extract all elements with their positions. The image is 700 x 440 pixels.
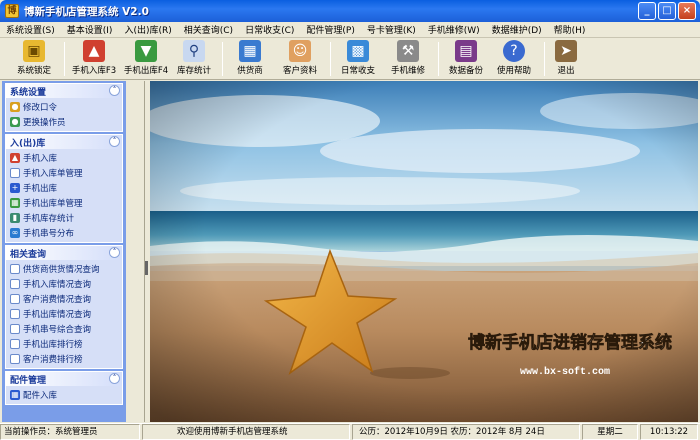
sidebar-item-phone-stock-in[interactable]: ▲ 手机入库 <box>10 150 122 165</box>
menu-stock-in-out[interactable]: 入(出)库(R) <box>118 23 177 36</box>
sidebar-item-stock-out-query[interactable]: 手机出库情况查询 <box>10 306 122 321</box>
sidebar-item-stock-in-query[interactable]: 手机入库情况查询 <box>10 276 122 291</box>
menu-sim-cards[interactable]: 号卡管理(K) <box>361 23 422 36</box>
document-icon <box>10 278 20 289</box>
exit-door-icon: ➤ <box>555 40 577 62</box>
supplier-button[interactable]: ▦ 供货商 <box>222 40 278 78</box>
menu-queries[interactable]: 相关查询(C) <box>178 23 239 36</box>
main-content: 博新手机店进销存管理系统 www.bx-soft.com <box>150 81 698 422</box>
phone-repair-button[interactable]: ⚒ 手机维修 <box>380 40 436 78</box>
close-button[interactable]: × <box>678 2 696 20</box>
sidebar-item-accessory-stock-in[interactable]: ▦ 配件入库 <box>10 387 122 402</box>
chevron-up-icon[interactable]: ˄ <box>109 247 120 258</box>
sidebar-item-switch-operator[interactable]: ● 更换操作员 <box>10 114 122 129</box>
cart-out-icon: ▼ <box>135 40 157 62</box>
menu-accessories[interactable]: 配件管理(P) <box>300 23 360 36</box>
group-header[interactable]: 入(出)库 ˄ <box>6 135 122 149</box>
menu-phone-repair[interactable]: 手机维修(W) <box>422 23 486 36</box>
lock-icon: ▣ <box>23 40 45 62</box>
menu-daily-finance[interactable]: 日常收支(C) <box>239 23 300 36</box>
exit-button[interactable]: ➤ 退出 <box>538 40 594 78</box>
sidebar-item-stock-out-orders[interactable]: ▦ 手机出库单管理 <box>10 195 122 210</box>
sidebar-group-stock-in-out: 入(出)库 ˄ ▲ 手机入库 手机入库单管理 + 手机出库 ▦ 手机出库单管理 ▮ 手机… <box>5 134 123 243</box>
status-operator: 当前操作员：系统管理员 <box>0 424 140 440</box>
status-welcome: 欢迎使用博新手机店管理系统 <box>142 424 350 440</box>
daily-finance-button[interactable]: ▩ 日常收支 <box>330 40 386 78</box>
menu-help[interactable]: 帮助(H) <box>548 23 592 36</box>
maximize-button[interactable]: □ <box>658 2 676 20</box>
link-icon: ∞ <box>10 227 20 238</box>
tools-icon: ⚒ <box>397 40 419 62</box>
sidebar-item-change-password[interactable]: ● 修改口令 <box>10 99 122 114</box>
inventory-stats-button[interactable]: ⚲ 库存统计 <box>166 40 222 78</box>
menu-bar: 系统设置(S) 基本设置(I) 入(出)库(R) 相关查询(C) 日常收支(C)… <box>0 22 700 38</box>
sidebar-item-customer-ranking[interactable]: 客户消费排行榜 <box>10 351 122 366</box>
sidebar-item-stock-in-orders[interactable]: 手机入库单管理 <box>10 165 122 180</box>
menu-data-maintenance[interactable]: 数据维护(D) <box>486 23 548 36</box>
sidebar-group-system-settings: 系统设置 ˄ ● 修改口令 ● 更换操作员 <box>5 83 123 132</box>
system-lock-button[interactable]: ▣ 系统锁定 <box>6 40 62 78</box>
help-button[interactable]: ? 使用帮助 <box>486 40 542 78</box>
users-icon: ● <box>10 116 20 127</box>
cart-in-icon: ▲ <box>10 152 20 163</box>
minimize-button[interactable]: _ <box>638 2 656 20</box>
document-icon <box>10 353 20 364</box>
document-icon <box>10 323 20 334</box>
document-icon <box>10 308 20 319</box>
sidebar-group-queries: 相关查询 ˄ 供货商供货情况查询 手机入库情况查询 客户消费情况查询 手机出库情… <box>5 245 123 369</box>
document-icon <box>10 263 20 274</box>
phone-stock-in-button[interactable]: ▲ 手机入库F3 <box>66 40 122 78</box>
window-title: 博新手机店管理系统 V2.0 <box>24 5 149 18</box>
sidebar-item-stock-out-ranking[interactable]: 手机出库排行榜 <box>10 336 122 351</box>
sidebar-item-customer-spending-query[interactable]: 客户消费情况查询 <box>10 291 122 306</box>
cart-in-icon: ▲ <box>83 40 105 62</box>
sidebar-item-serial-query[interactable]: 手机串号综合查询 <box>10 321 122 336</box>
sidebar-group-accessories: 配件管理 ˄ ▦ 配件入库 <box>5 371 123 405</box>
status-bar: 当前操作员：系统管理员 欢迎使用博新手机店管理系统 公历：2012年10月9日 … <box>0 423 700 440</box>
key-icon: ● <box>10 101 20 112</box>
cash-register-icon: ▩ <box>347 40 369 62</box>
document-icon <box>10 167 20 178</box>
grid-icon: ▦ <box>10 197 20 208</box>
sidebar-item-supplier-query[interactable]: 供货商供货情况查询 <box>10 261 122 276</box>
status-date: 公历：2012年10月9日 农历：2012年 8月 24日 <box>352 424 580 440</box>
floppy-disk-icon: ▤ <box>455 40 477 62</box>
chart-icon: ▮ <box>10 212 20 223</box>
chevron-up-icon[interactable]: ˄ <box>109 85 120 96</box>
customer-info-button[interactable]: ☺ 客户资料 <box>272 40 328 78</box>
status-time: 10:13:22 <box>640 424 698 440</box>
splitter-grip-icon[interactable] <box>145 261 149 275</box>
contact-card-icon: ☺ <box>289 40 311 62</box>
toolbar: ▣ 系统锁定 ▲ 手机入库F3 ▼ 手机出库F4 ⚲ 库存统计 ▦ 供货商 ☺ … <box>0 38 700 80</box>
book-icon: ▦ <box>10 389 20 400</box>
group-header[interactable]: 配件管理 ˄ <box>6 372 122 386</box>
group-header[interactable]: 系统设置 ˄ <box>6 84 122 98</box>
magnifier-icon: ⚲ <box>183 40 205 62</box>
chevron-up-icon[interactable]: ˄ <box>109 136 120 147</box>
document-icon <box>10 293 20 304</box>
title-bar[interactable]: 博 博新手机店管理系统 V2.0 _ □ × <box>0 0 700 22</box>
group-header[interactable]: 相关查询 ˄ <box>6 246 122 260</box>
menu-basic-settings[interactable]: 基本设置(I) <box>61 23 119 36</box>
sidebar-item-phone-stock-out[interactable]: + 手机出库 <box>10 180 122 195</box>
banner-url: www.bx-soft.com <box>520 366 610 378</box>
app-icon: 博 <box>5 4 19 18</box>
plus-icon: + <box>10 182 20 193</box>
sidebar: 系统设置 ˄ ● 修改口令 ● 更换操作员 入(出)库 ˄ ▲ 手机入库 手机入库单管… <box>2 81 126 422</box>
document-icon <box>10 338 20 349</box>
beach-wallpaper: 博新手机店进销存管理系统 www.bx-soft.com <box>150 81 698 422</box>
banner-title: 博新手机店进销存管理系统 <box>468 332 672 352</box>
menu-system-settings[interactable]: 系统设置(S) <box>0 23 61 36</box>
sidebar-item-inventory-stats[interactable]: ▮ 手机库存统计 <box>10 210 122 225</box>
help-icon: ? <box>503 40 525 62</box>
status-weekday: 星期二 <box>582 424 638 440</box>
chevron-up-icon[interactable]: ˄ <box>109 373 120 384</box>
sidebar-item-serial-distribution[interactable]: ∞ 手机串号分布 <box>10 225 122 240</box>
building-icon: ▦ <box>239 40 261 62</box>
sidebar-splitter[interactable] <box>144 81 149 422</box>
